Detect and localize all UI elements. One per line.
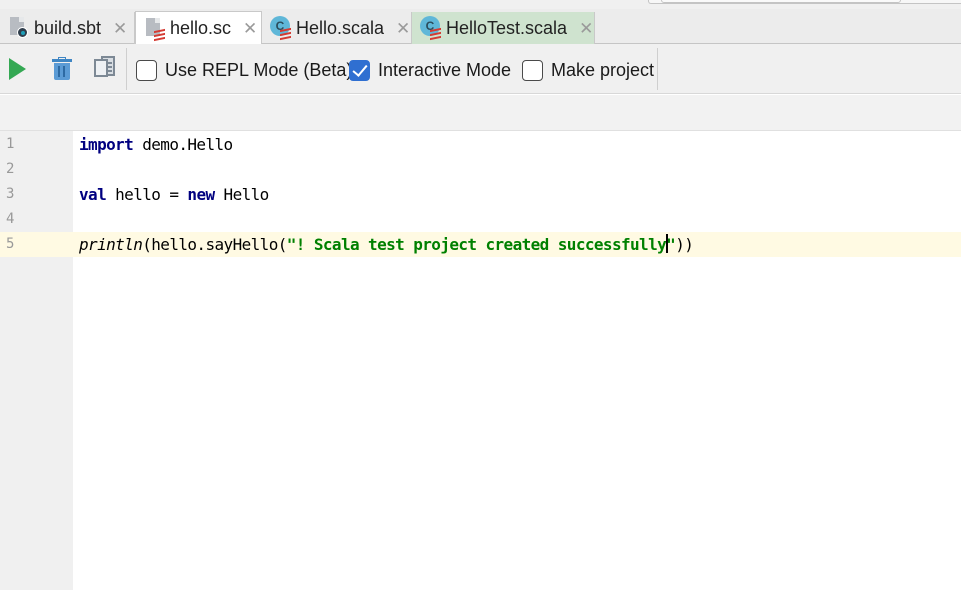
keyword-token: val: [79, 185, 107, 204]
code-line[interactable]: 3 val hello = new Hello: [0, 182, 961, 207]
tab-label: Hello.scala: [296, 17, 385, 38]
tab-build-sbt[interactable]: build.sbt ✕: [0, 12, 135, 44]
editor-tab-bar: build.sbt ✕ hello.sc ✕ C Hello.scala ✕ C…: [0, 9, 961, 45]
keyword-token: new: [187, 185, 215, 204]
code-editor[interactable]: 1 import demo.Hello 2 3 val hello = new Hell…: [0, 131, 961, 590]
copy-icon: [94, 56, 118, 82]
make-project-label: Make project: [551, 59, 655, 80]
code-token: (hello.sayHello(: [142, 235, 287, 254]
make-project-checkbox[interactable]: [522, 59, 543, 81]
function-token: println: [79, 235, 143, 254]
run-icon: [9, 58, 26, 80]
code-token: )): [675, 235, 694, 254]
tab-hello-sc[interactable]: hello.sc ✕: [135, 11, 262, 45]
tab-label: build.sbt: [34, 17, 102, 38]
code-line[interactable]: 5 println(hello.sayHello("! Scala test pr…: [0, 232, 961, 257]
code-line[interactable]: 1 import demo.Hello: [0, 132, 961, 157]
string-token: ": [666, 235, 676, 254]
repl-mode-option[interactable]: Use REPL Mode (Beta): [136, 58, 352, 82]
code-token: Hello: [214, 185, 270, 204]
tab-hello-scala[interactable]: C Hello.scala ✕: [262, 12, 412, 44]
run-button[interactable]: [5, 56, 31, 82]
copy-button[interactable]: [93, 56, 119, 82]
interactive-mode-option[interactable]: Interactive Mode: [349, 58, 511, 82]
top-search-fragment: [648, 0, 961, 4]
tab-label: hello.sc: [170, 18, 232, 38]
toolbar-divider: [126, 48, 127, 90]
close-icon[interactable]: ✕: [396, 20, 410, 37]
keyword-token: import: [79, 135, 134, 154]
code-text[interactable]: import demo.Hello: [79, 132, 233, 157]
line-number: 3: [6, 186, 15, 202]
close-icon[interactable]: ✕: [579, 20, 593, 37]
make-project-option[interactable]: Make project: [522, 58, 654, 82]
code-line[interactable]: 4: [0, 207, 961, 232]
window-top-strip: [0, 0, 961, 9]
code-text[interactable]: val hello = new Hello: [79, 182, 269, 207]
code-text[interactable]: println(hello.sayHello("! Scala test pro…: [79, 232, 694, 257]
tab-label: HelloTest.scala: [446, 17, 568, 38]
repl-mode-label: Use REPL Mode (Beta): [165, 59, 353, 80]
close-icon[interactable]: ✕: [243, 20, 257, 37]
scala-class-icon: C: [270, 16, 292, 41]
interactive-mode-label: Interactive Mode: [378, 59, 512, 80]
toolbar-divider: [657, 48, 658, 90]
worksheet-subbar: [0, 95, 961, 131]
code-line[interactable]: 2: [0, 157, 961, 182]
line-number: 4: [6, 211, 15, 227]
interactive-mode-checkbox[interactable]: [349, 59, 370, 81]
sbt-file-icon: [8, 16, 30, 40]
repl-mode-checkbox[interactable]: [136, 59, 157, 81]
line-number: 2: [6, 161, 15, 177]
line-number: 1: [6, 136, 15, 152]
code-token: demo.Hello: [133, 135, 233, 154]
string-token: "! Scala test project created successful…: [286, 235, 667, 254]
tab-hellotest-scala[interactable]: C HelloTest.scala ✕: [412, 12, 595, 44]
clean-button[interactable]: [49, 56, 75, 82]
scala-worksheet-icon: [144, 17, 166, 41]
close-icon[interactable]: ✕: [113, 20, 127, 37]
line-number: 5: [0, 232, 73, 257]
trash-icon: [52, 57, 72, 81]
top-search-field-fragment[interactable]: [661, 0, 901, 3]
worksheet-toolbar: Use REPL Mode (Beta) Interactive Mode Ma…: [0, 44, 961, 94]
code-token: hello =: [106, 185, 188, 204]
scala-test-class-icon: C: [420, 16, 442, 41]
